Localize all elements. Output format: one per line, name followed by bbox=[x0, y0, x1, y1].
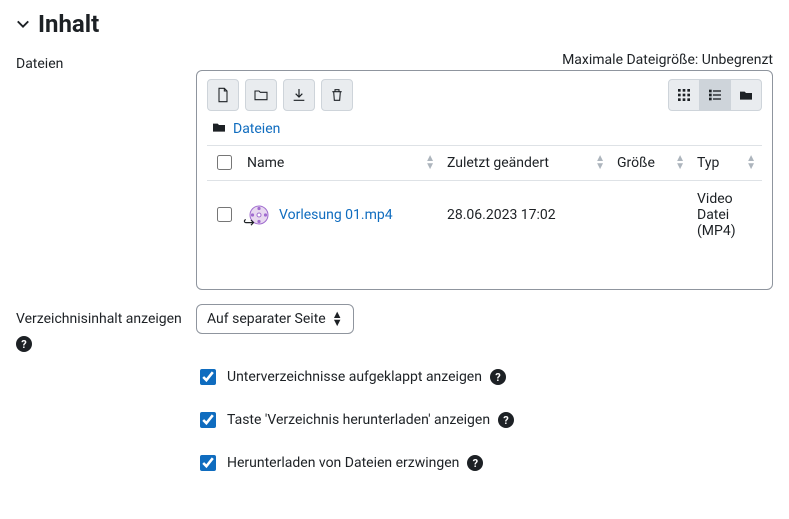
showexpanded-checkbox[interactable] bbox=[200, 369, 216, 385]
shortcut-arrow-icon: ↪ bbox=[243, 215, 255, 231]
breadcrumb: Dateien bbox=[207, 117, 762, 145]
display-select[interactable]: Auf separater Seite ▲▼ bbox=[196, 304, 354, 334]
sort-icon: ▲▼ bbox=[675, 155, 685, 171]
option-forcedownload: Herunterladen von Dateien erzwingen ? bbox=[16, 452, 773, 475]
option-downloadbtn: Taste 'Verzeichnis herunterladen' anzeig… bbox=[16, 409, 773, 432]
sort-icon: ▲▼ bbox=[595, 155, 605, 171]
section-header[interactable]: Inhalt bbox=[16, 10, 773, 38]
table-row[interactable]: ↪ Vorlesung 01.mp4 28.06.2023 17:02 Vide… bbox=[207, 181, 762, 250]
display-row: Verzeichnisinhalt anzeigen ? Auf separat… bbox=[16, 304, 773, 352]
option-showexpanded: Unterverzeichnisse aufgeklappt anzeigen … bbox=[16, 366, 773, 389]
section-title: Inhalt bbox=[38, 10, 99, 38]
file-modified: 28.06.2023 17:02 bbox=[441, 181, 611, 250]
files-label: Dateien bbox=[16, 52, 196, 72]
view-tree-button[interactable] bbox=[730, 79, 762, 111]
select-all-checkbox[interactable] bbox=[217, 155, 232, 170]
view-list-button[interactable] bbox=[699, 79, 731, 111]
download-button[interactable] bbox=[283, 79, 315, 111]
folder-icon bbox=[211, 119, 227, 139]
forcedownload-checkbox[interactable] bbox=[200, 455, 216, 471]
max-filesize-text: Maximale Dateigröße: Unbegrenzt bbox=[196, 52, 773, 68]
help-icon[interactable]: ? bbox=[498, 412, 514, 428]
video-file-icon: ↪ bbox=[247, 203, 271, 227]
view-mode-group bbox=[668, 79, 762, 111]
showexpanded-label: Unterverzeichnisse aufgeklappt anzeigen bbox=[227, 369, 482, 385]
files-row: Dateien Maximale Dateigröße: Unbegrenzt bbox=[16, 52, 773, 290]
file-size bbox=[611, 181, 691, 250]
delete-button[interactable] bbox=[321, 79, 353, 111]
help-icon[interactable]: ? bbox=[16, 336, 32, 352]
view-icons-button[interactable] bbox=[668, 79, 700, 111]
sort-icon: ▲▼ bbox=[746, 155, 756, 171]
forcedownload-label: Herunterladen von Dateien erzwingen bbox=[227, 455, 459, 471]
filepicker-toolbar bbox=[207, 79, 762, 111]
breadcrumb-root-link[interactable]: Dateien bbox=[233, 121, 280, 137]
file-type: Video Datei (MP4) bbox=[691, 181, 762, 250]
display-label: Verzeichnisinhalt anzeigen ? bbox=[16, 304, 196, 352]
help-icon[interactable]: ? bbox=[467, 455, 483, 471]
select-updown-icon: ▲▼ bbox=[332, 311, 343, 327]
sort-icon: ▲▼ bbox=[425, 155, 435, 171]
file-picker: Dateien Name▲▼ Zuletzt geändert▲▼ Größe▲… bbox=[196, 70, 773, 290]
row-checkbox[interactable] bbox=[217, 207, 232, 222]
col-name[interactable]: Name▲▼ bbox=[241, 146, 441, 181]
display-select-value: Auf separater Seite bbox=[207, 311, 326, 327]
file-link[interactable]: Vorlesung 01.mp4 bbox=[279, 207, 393, 223]
files-table: Name▲▼ Zuletzt geändert▲▼ Größe▲▼ Typ▲▼ bbox=[207, 145, 762, 249]
help-icon[interactable]: ? bbox=[490, 369, 506, 385]
add-file-button[interactable] bbox=[207, 79, 239, 111]
downloadbtn-label: Taste 'Verzeichnis herunterladen' anzeig… bbox=[227, 412, 490, 428]
col-size[interactable]: Größe▲▼ bbox=[611, 146, 691, 181]
create-folder-button[interactable] bbox=[245, 79, 277, 111]
chevron-down-icon bbox=[16, 17, 30, 31]
col-modified[interactable]: Zuletzt geändert▲▼ bbox=[441, 146, 611, 181]
col-type[interactable]: Typ▲▼ bbox=[691, 146, 762, 181]
downloadbtn-checkbox[interactable] bbox=[200, 412, 216, 428]
